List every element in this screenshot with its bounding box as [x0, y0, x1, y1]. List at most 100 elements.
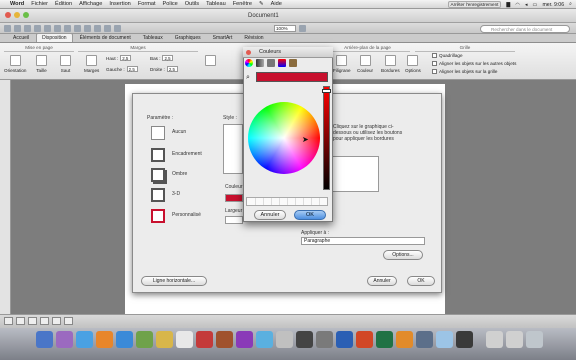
palettes-mode-icon[interactable]	[267, 59, 275, 67]
menu-insertion[interactable]: Insertion	[109, 1, 130, 7]
spectrum-mode-icon[interactable]	[278, 59, 286, 67]
battery-icon[interactable]: ▭	[533, 2, 538, 8]
borders-button[interactable]: Bordures	[381, 55, 400, 73]
menu-aide[interactable]: Aide	[271, 1, 282, 7]
fullscreen-view-icon[interactable]	[64, 317, 73, 325]
zoom-window-icon[interactable]	[23, 12, 29, 18]
setting-none-label[interactable]: Aucun	[172, 129, 186, 135]
magnifier-icon[interactable]: ⌕	[246, 74, 250, 82]
swatch-slot[interactable]	[282, 198, 288, 205]
powerpoint-icon[interactable]	[356, 331, 373, 348]
tab-elements-document[interactable]: Éléments de document	[75, 34, 136, 42]
setting-3d-label[interactable]: 3-D	[172, 191, 180, 197]
new-document-icon[interactable]	[4, 24, 11, 32]
menu-tableau[interactable]: Tableau	[206, 1, 226, 7]
sidebar-icon[interactable]	[84, 24, 91, 32]
messages-icon[interactable]	[436, 331, 453, 348]
minimize-window-icon[interactable]	[14, 12, 20, 18]
apply-to-select[interactable]: Paragraphe	[301, 237, 425, 245]
tab-accueil[interactable]: Accueil	[8, 34, 34, 42]
snap-to-grid-checkbox[interactable]: Aligner les objets sur la grille	[432, 69, 497, 74]
grid-lines-checkbox[interactable]: Quadrillage	[432, 53, 463, 58]
spotlight-icon[interactable]: ⌕	[569, 1, 572, 8]
menu-fenetre[interactable]: Fenêtre	[233, 1, 252, 7]
script-menu-icon[interactable]: ✎	[259, 1, 264, 7]
safari-icon[interactable]	[76, 331, 93, 348]
sliders-mode-icon[interactable]	[256, 59, 264, 67]
brightness-slider-handle[interactable]	[322, 89, 331, 93]
zoom-select[interactable]: 100%	[274, 24, 296, 32]
print-icon[interactable]	[44, 24, 51, 32]
search-input[interactable]: Rechercher dans le document	[480, 25, 570, 33]
setting-none-icon[interactable]	[151, 126, 165, 140]
calendar-icon[interactable]	[176, 331, 193, 348]
dashboard-icon[interactable]	[56, 331, 73, 348]
menu-word[interactable]: Word	[10, 1, 24, 7]
setting-box-label[interactable]: Encadrement	[172, 151, 202, 157]
break-button[interactable]: Saut	[60, 55, 71, 73]
open-icon[interactable]	[24, 24, 31, 32]
style-list[interactable]	[223, 124, 243, 174]
watermark-button[interactable]: Filigrane	[333, 55, 351, 73]
format-painter-icon[interactable]	[74, 24, 81, 32]
crayons-mode-icon[interactable]	[289, 59, 297, 67]
tab-revision[interactable]: Révision	[239, 34, 268, 42]
color-cancel-button[interactable]: Annuler	[254, 210, 286, 220]
horizontal-line-button[interactable]: Ligne horizontale...	[141, 276, 207, 286]
volume-icon[interactable]: ◂	[525, 2, 528, 8]
system-preferences-icon[interactable]	[316, 331, 333, 348]
options-button[interactable]: Options	[405, 55, 421, 73]
trash-icon[interactable]	[526, 331, 543, 348]
menu-affichage[interactable]: Affichage	[79, 1, 102, 7]
swatch-slot[interactable]	[266, 198, 272, 205]
swatch-slot[interactable]	[290, 198, 296, 205]
tab-graphiques[interactable]: Graphiques	[170, 34, 206, 42]
options-dialog-button[interactable]: Options...	[383, 250, 423, 260]
app-store-icon[interactable]	[416, 331, 433, 348]
gallery-icon[interactable]	[94, 24, 101, 32]
setting-custom-label[interactable]: Personnalisé	[172, 212, 201, 218]
right-margin-input[interactable]: 2,5	[166, 66, 178, 72]
preview-icon[interactable]	[276, 331, 293, 348]
toolbox-icon[interactable]	[104, 24, 111, 32]
menu-police[interactable]: Police	[163, 1, 178, 7]
excel-icon[interactable]	[376, 331, 393, 348]
top-margin-input[interactable]: 2,5	[120, 55, 132, 61]
tab-tableaux[interactable]: Tableaux	[138, 34, 168, 42]
width-select[interactable]	[225, 216, 243, 224]
menu-outils[interactable]: Outils	[185, 1, 199, 7]
finder-icon[interactable]	[36, 331, 53, 348]
tab-smartart[interactable]: SmartArt	[208, 34, 238, 42]
redo-icon[interactable]	[64, 24, 71, 32]
flag-icon[interactable]: ▇	[506, 2, 510, 8]
facetime-icon[interactable]	[136, 331, 153, 348]
setting-3d-icon[interactable]	[151, 188, 165, 202]
draft-view-icon[interactable]	[4, 317, 13, 325]
swatch-slot[interactable]	[250, 198, 256, 205]
preview-area[interactable]	[331, 156, 379, 192]
itunes-icon[interactable]	[256, 331, 273, 348]
publishing-view-icon[interactable]	[28, 317, 37, 325]
menu-format[interactable]: Format	[138, 1, 156, 7]
word-icon[interactable]	[336, 331, 353, 348]
swatch-slot[interactable]	[298, 198, 304, 205]
ok-button[interactable]: OK	[407, 276, 435, 286]
templates-icon[interactable]	[14, 24, 21, 32]
text-box-button[interactable]	[205, 55, 216, 68]
setting-custom-icon[interactable]	[151, 209, 165, 223]
save-icon[interactable]	[34, 24, 41, 32]
color-wheel-mode-icon[interactable]	[245, 59, 253, 67]
imovie-icon[interactable]	[236, 331, 253, 348]
swatch-slot[interactable]	[306, 198, 312, 205]
wifi-icon[interactable]: ◠	[515, 2, 520, 8]
undo-icon[interactable]	[54, 24, 61, 32]
page-layout-view-icon[interactable]	[40, 317, 49, 325]
orientation-button[interactable]: Orientation	[4, 55, 26, 73]
photo-booth-icon[interactable]	[196, 331, 213, 348]
close-icon[interactable]	[246, 50, 251, 55]
color-ok-button[interactable]: OK	[294, 210, 326, 220]
tab-disposition[interactable]: Disposition	[36, 33, 73, 42]
color-button[interactable]: Couleur	[357, 55, 373, 73]
size-button[interactable]: Taille	[36, 55, 47, 73]
cancel-button[interactable]: Annuler	[367, 276, 397, 286]
